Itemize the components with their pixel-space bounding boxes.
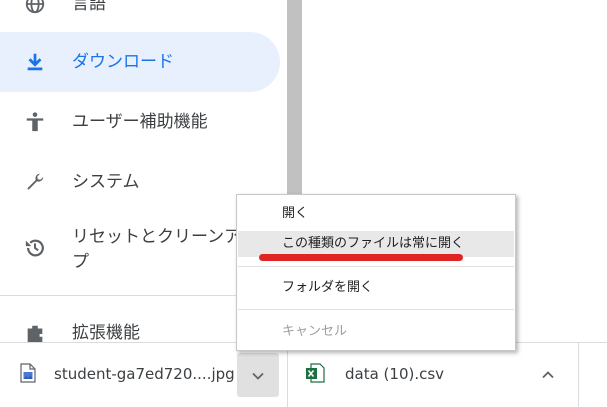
- sidebar-item-label: 拡張機能: [72, 323, 140, 342]
- menu-item-label: 開く: [282, 206, 309, 221]
- download-filename: data (10).csv: [345, 365, 445, 383]
- accessibility-icon: [22, 109, 48, 135]
- download-shelf: student-ga7ed720....jpg data (10).csv: [0, 342, 607, 407]
- download-filename: student-ga7ed720....jpg: [54, 365, 235, 383]
- red-annotation-underline: [259, 254, 463, 261]
- excel-file-icon: [305, 363, 325, 387]
- chevron-up-icon[interactable]: [541, 367, 555, 386]
- sidebar-item-label-line1: リセットとクリーンア: [72, 227, 242, 247]
- menu-item-open[interactable]: 開く: [238, 201, 514, 227]
- menu-item-label: キャンセル: [282, 324, 348, 339]
- sidebar-item-label: ダウンロード: [72, 52, 174, 72]
- sidebar-item-accessibility[interactable]: ユーザー補助機能: [0, 92, 280, 152]
- sidebar-item-downloads[interactable]: ダウンロード: [0, 32, 280, 92]
- sidebar-item-label: システム: [72, 172, 140, 192]
- globe-icon: [22, 0, 48, 17]
- download-icon: [22, 49, 48, 75]
- menu-item-open-folder[interactable]: フォルダを開く: [238, 275, 514, 301]
- extension-icon: [22, 321, 48, 342]
- download-item-csv[interactable]: data (10).csv: [288, 343, 578, 407]
- sidebar-item-language[interactable]: 言語: [0, 0, 280, 24]
- menu-separator: [238, 266, 514, 267]
- wrench-icon: [22, 169, 48, 195]
- download-item-jpg[interactable]: student-ga7ed720....jpg: [0, 343, 287, 407]
- sidebar-item-label: ユーザー補助機能: [72, 112, 208, 132]
- menu-separator: [238, 309, 514, 310]
- sidebar-item-label: 言語: [72, 0, 106, 14]
- sidebar-item-label-line2: プ: [72, 252, 89, 272]
- download-context-menu: 開く この種類のファイルは常に開く フォルダを開く キャンセル: [236, 194, 516, 351]
- menu-item-label: フォルダを開く: [282, 280, 374, 295]
- download-separator: [578, 343, 579, 407]
- image-file-icon: [20, 363, 36, 387]
- history-icon: [22, 235, 48, 261]
- menu-item-cancel: キャンセル: [238, 319, 514, 345]
- download-menu-button[interactable]: [237, 353, 279, 397]
- chevron-down-icon: [251, 368, 265, 387]
